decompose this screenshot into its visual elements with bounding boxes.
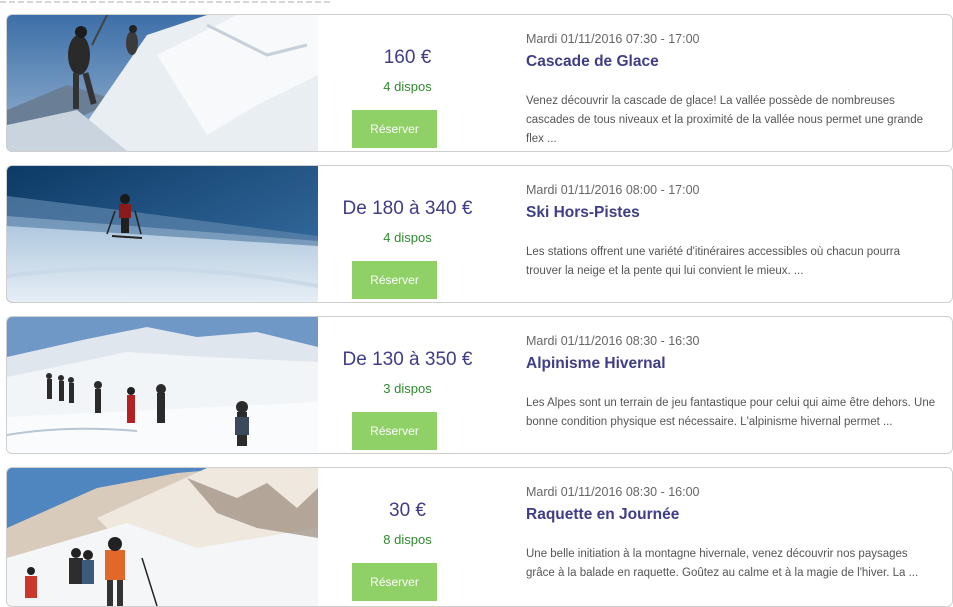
off-piste-ski-photo[interactable] — [7, 166, 318, 302]
activity-description: Les Alpes sont un terrain de jeu fantast… — [526, 397, 936, 428]
activity-description: Venez découvrir la cascade de glace! La … — [526, 95, 923, 145]
price: De 130 à 350 € — [342, 349, 473, 370]
price-column: De 130 à 350 € 3 dispos Réserver — [322, 317, 493, 453]
snowshoe-day-photo[interactable] — [7, 468, 318, 606]
activity-title[interactable]: Cascade de Glace — [526, 53, 659, 71]
price-column: De 180 à 340 € 4 dispos Réserver — [322, 166, 493, 302]
activity-info: Mardi 01/11/2016 08:00 - 17:00 Ski Hors-… — [526, 166, 946, 302]
activity-card: De 180 à 340 € 4 dispos Réserver Mardi 0… — [6, 165, 953, 303]
price-column: 30 € 8 dispos Réserver — [322, 468, 493, 604]
price: 160 € — [383, 47, 432, 68]
activity-date: Mardi 01/11/2016 08:30 - 16:00 — [526, 485, 700, 499]
activity-title[interactable]: Raquette en Journée — [526, 506, 679, 524]
activity-description: Une belle initiation à la montagne hiver… — [526, 548, 919, 579]
activity-info: Mardi 01/11/2016 08:30 - 16:00 Raquette … — [526, 468, 946, 604]
activity-date: Mardi 01/11/2016 07:30 - 17:00 — [526, 32, 700, 46]
reserve-button[interactable]: Réserver — [352, 412, 437, 450]
cropped-header-line — [0, 0, 330, 6]
activity-date: Mardi 01/11/2016 08:30 - 16:30 — [526, 334, 700, 348]
activity-date: Mardi 01/11/2016 08:00 - 17:00 — [526, 183, 700, 197]
availability-count: 3 dispos — [383, 381, 432, 396]
activity-info: Mardi 01/11/2016 07:30 - 17:00 Cascade d… — [526, 15, 946, 151]
reserve-button[interactable]: Réserver — [352, 261, 437, 299]
availability-count: 4 dispos — [383, 79, 432, 94]
availability-count: 4 dispos — [383, 230, 432, 245]
activity-title[interactable]: Ski Hors-Pistes — [526, 204, 640, 222]
ice-climbing-photo[interactable] — [7, 15, 318, 151]
price: De 180 à 340 € — [342, 198, 473, 219]
activity-card: 160 € 4 dispos Réserver Mardi 01/11/2016… — [6, 14, 953, 152]
reserve-button[interactable]: Réserver — [352, 110, 437, 148]
winter-mountaineering-photo[interactable] — [7, 317, 318, 453]
activity-info: Mardi 01/11/2016 08:30 - 16:30 Alpinisme… — [526, 317, 946, 453]
activity-description: Les stations offrent une variété d'itiné… — [526, 246, 901, 277]
reserve-button[interactable]: Réserver — [352, 563, 437, 601]
activity-card: 30 € 8 dispos Réserver Mardi 01/11/2016 … — [6, 467, 953, 607]
activity-card: De 130 à 350 € 3 dispos Réserver Mardi 0… — [6, 316, 953, 454]
availability-count: 8 dispos — [383, 532, 432, 547]
activity-title[interactable]: Alpinisme Hivernal — [526, 355, 666, 373]
price: 30 € — [389, 500, 426, 521]
price-column: 160 € 4 dispos Réserver — [322, 15, 493, 151]
